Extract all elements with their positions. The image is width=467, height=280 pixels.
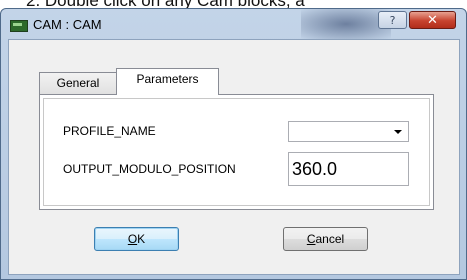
title-bar[interactable]: CAM : CAM ? ✕ <box>1 9 466 43</box>
ok-button[interactable]: OK <box>94 227 179 251</box>
help-button[interactable]: ? <box>378 11 407 29</box>
app-icon <box>10 20 28 32</box>
output-modulo-position-input[interactable]: 360.0 <box>288 152 409 186</box>
close-button[interactable]: ✕ <box>409 11 456 29</box>
chevron-down-icon[interactable] <box>394 130 402 134</box>
ok-mnemonic: O <box>127 232 138 246</box>
cancel-label-rest: ancel <box>315 232 345 246</box>
output-modulo-position-label: OUTPUT_MODULO_POSITION <box>63 162 236 176</box>
help-icon: ? <box>389 14 396 27</box>
close-icon: ✕ <box>427 13 438 28</box>
tab-general[interactable]: General <box>39 72 116 94</box>
tab-parameters[interactable]: Parameters <box>116 68 219 95</box>
profile-name-label: PROFILE_NAME <box>63 124 156 138</box>
profile-name-dropdown[interactable] <box>288 121 409 142</box>
window-title: CAM : CAM <box>33 17 102 32</box>
ok-label-rest: K <box>137 232 146 246</box>
cancel-button[interactable]: Cancel <box>283 227 368 251</box>
